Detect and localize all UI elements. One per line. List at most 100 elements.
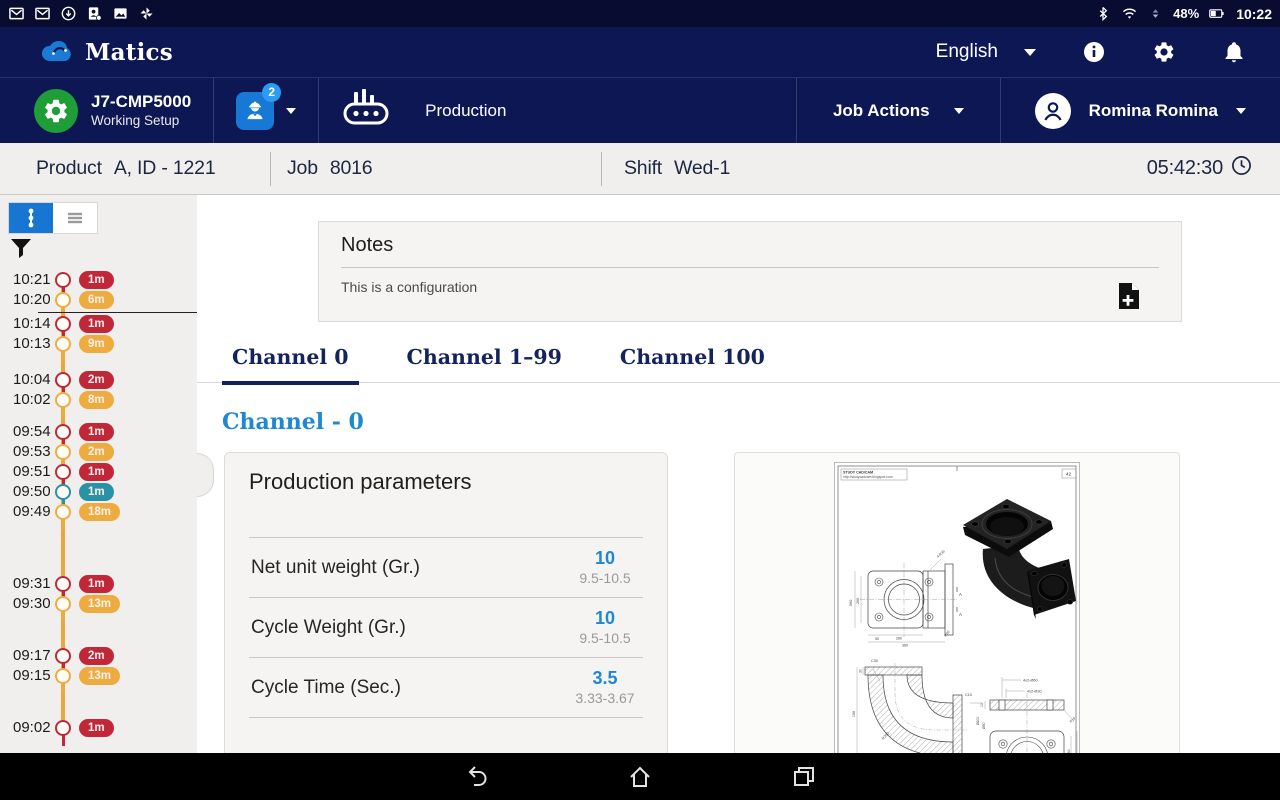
elapsed-time-value: 05:42:30 xyxy=(1147,157,1223,180)
event-dot xyxy=(55,504,71,520)
matics-app-screen: 48% 10:22 Matics English xyxy=(0,0,1280,800)
parameter-value: 10 xyxy=(569,608,641,629)
svg-text:R50: R50 xyxy=(944,630,951,638)
add-file-icon[interactable] xyxy=(1117,283,1139,309)
parameter-range: 9.5-10.5 xyxy=(569,569,641,587)
timeline-segment xyxy=(62,735,65,746)
machine-icon xyxy=(341,88,391,133)
event-duration-badge: 13m xyxy=(79,595,120,613)
tab-channel-100[interactable]: Channel 100 xyxy=(620,345,765,382)
technical-drawing: STUDY CAD/CAM http://studycadcam.blogspo… xyxy=(835,463,1079,753)
event-duration-badge: 9m xyxy=(79,335,114,353)
event-time: 09:51 xyxy=(13,463,55,480)
event-dot xyxy=(55,576,71,592)
svg-text:50: 50 xyxy=(875,637,879,641)
production-view: Production xyxy=(319,78,528,143)
timeline-segment xyxy=(62,407,65,418)
tab-channel-1-99[interactable]: Channel 1–99 xyxy=(407,345,562,382)
tab-channel-0[interactable]: Channel 0 xyxy=(232,345,349,382)
event-duration-badge: 8m xyxy=(79,391,114,409)
chevron-down-icon xyxy=(954,108,964,114)
home-button[interactable] xyxy=(618,757,662,797)
back-button[interactable] xyxy=(454,757,498,797)
product-label: Product xyxy=(36,157,102,180)
event-dot xyxy=(55,372,71,388)
event-dot xyxy=(55,392,71,408)
event-time: 10:14 xyxy=(13,315,55,332)
shift-divider xyxy=(38,312,197,313)
notifications-bell-icon[interactable] xyxy=(1222,40,1246,64)
notes-title: Notes xyxy=(319,222,1181,257)
elapsed-time: 05:42:30 xyxy=(1147,155,1280,182)
parameters-title: Production parameters xyxy=(249,469,643,495)
operator-count-badge: 2 xyxy=(262,83,281,102)
job-value: 8016 xyxy=(330,157,373,180)
event-time: 09:02 xyxy=(13,719,55,736)
settings-gear-icon[interactable] xyxy=(1152,40,1176,64)
svg-text:C10: C10 xyxy=(965,693,972,697)
operator-selector[interactable]: 2 xyxy=(214,78,318,143)
event-time: 09:31 xyxy=(13,575,55,592)
brand-name: Matics xyxy=(85,39,173,66)
svg-text:4x2-Ø30: 4x2-Ø30 xyxy=(1027,690,1042,694)
event-dot xyxy=(55,648,71,664)
event-duration-badge: 1m xyxy=(79,423,114,441)
event-time: 09:50 xyxy=(13,483,55,500)
svg-text:30: 30 xyxy=(859,669,863,673)
event-dot xyxy=(55,424,71,440)
content-area: 10:211m10:206m10:141m10:139m10:042m10:02… xyxy=(0,195,1280,753)
event-time: 10:21 xyxy=(13,271,55,288)
machine-status-gear-icon xyxy=(34,89,78,133)
event-time: 09:53 xyxy=(13,443,55,460)
job-actions-menu[interactable]: Job Actions xyxy=(797,78,1000,143)
event-dot xyxy=(55,336,71,352)
svg-text:Ø200: Ø200 xyxy=(976,717,980,725)
user-name: Romina Romina xyxy=(1089,101,1218,121)
machine-summary[interactable]: J7-CMP5000 Working Setup xyxy=(0,78,213,143)
event-dot xyxy=(55,464,71,480)
brand-logo: Matics xyxy=(34,35,173,70)
job-info-bar: Product A, ID - 1221 Job 8016 Shift Wed-… xyxy=(0,143,1280,195)
svg-text:360: 360 xyxy=(902,644,908,648)
download-icon xyxy=(60,5,77,22)
machine-status: Working Setup xyxy=(91,112,191,129)
event-time: 10:20 xyxy=(13,291,55,308)
recents-button[interactable] xyxy=(782,757,826,797)
event-timeline: 10:211m10:206m10:141m10:139m10:042m10:02… xyxy=(0,195,197,753)
avatar xyxy=(1035,93,1071,129)
gallery-icon xyxy=(112,5,129,22)
machine-id: J7-CMP5000 xyxy=(91,92,191,112)
chevron-down-icon xyxy=(1024,49,1036,56)
svg-text:A: A xyxy=(959,612,962,617)
user-menu[interactable]: Romina Romina xyxy=(1001,78,1280,143)
event-dot xyxy=(55,272,71,288)
product-drawing-card: STUDY CAD/CAM http://studycadcam.blogspo… xyxy=(734,452,1180,753)
event-duration-badge: 1m xyxy=(79,483,114,501)
bluetooth-icon xyxy=(1095,5,1112,22)
info-icon[interactable] xyxy=(1082,40,1106,64)
language-value: English xyxy=(936,41,998,63)
product-info: Product A, ID - 1221 xyxy=(0,153,270,184)
svg-text:4-R30: 4-R30 xyxy=(936,549,946,559)
contacts-icon xyxy=(86,5,103,22)
svg-text:10: 10 xyxy=(980,703,984,707)
event-duration-badge: 13m xyxy=(79,667,120,685)
event-dot xyxy=(55,316,71,332)
machine-bar: J7-CMP5000 Working Setup 2 xyxy=(0,77,1280,143)
notes-text: This is a configuration xyxy=(319,268,1181,295)
email-icon xyxy=(8,5,25,22)
language-selector[interactable]: English xyxy=(936,41,1036,63)
event-time: 10:04 xyxy=(13,371,55,388)
event-duration-badge: 1m xyxy=(79,315,114,333)
svg-text:260: 260 xyxy=(896,637,902,641)
svg-text:42: 42 xyxy=(1066,472,1072,477)
event-duration-badge: 6m xyxy=(79,291,114,309)
svg-text:STUDY CAD/CAM: STUDY CAD/CAM xyxy=(843,471,873,475)
parameter-value: 3.5 xyxy=(569,668,641,689)
event-time: 09:15 xyxy=(13,667,55,684)
timeline-segment xyxy=(62,683,65,694)
event-time: 10:13 xyxy=(13,335,55,352)
status-system-icons: 48% 10:22 xyxy=(1095,5,1272,22)
event-dot xyxy=(55,444,71,460)
svg-text:150: 150 xyxy=(852,711,856,717)
